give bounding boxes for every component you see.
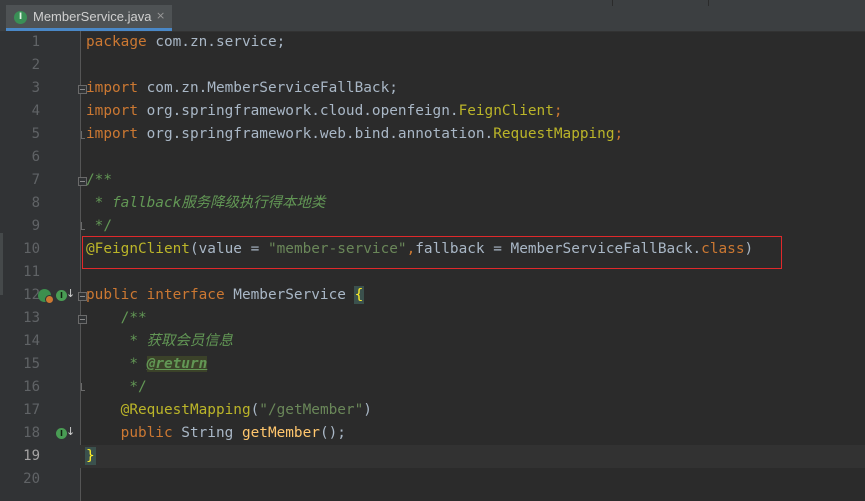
code-line: package com.zn.service; (80, 31, 865, 54)
keyword: public (86, 287, 138, 303)
tab-memberservice-java[interactable]: I MemberService.java × (6, 5, 172, 31)
line-number: 12 (23, 287, 40, 303)
arrow-down-icon[interactable]: ↓ (66, 425, 75, 438)
code-line: * 获取会员信息 (80, 330, 865, 353)
semicolon: ; (553, 103, 563, 119)
editor-tab-bar: I MemberService.java × (0, 0, 865, 32)
code-text: ( (250, 402, 260, 418)
line-number: 11 (23, 264, 40, 280)
javadoc-tag: @return (146, 356, 208, 372)
code-line: import com.zn.MemberServiceFallBack; (80, 77, 865, 100)
keyword: public (86, 425, 173, 441)
method-name: getMember (241, 425, 320, 441)
code-line: */ (80, 376, 865, 399)
line-number: 7 (31, 172, 40, 188)
code-line: * @return (80, 353, 865, 376)
keyword: import (86, 103, 138, 119)
doc-comment: * fallback服务降级执行得本地类 (86, 195, 326, 211)
ide-window: I MemberService.java × 1 2 3 4 5 6 7 8 9… (0, 0, 865, 501)
code-text: (); (319, 425, 346, 441)
annotation: @RequestMapping (86, 402, 251, 418)
line-number: 20 (23, 471, 40, 487)
class-name: MemberService (224, 287, 355, 303)
line-number-gutter[interactable]: 1 2 3 4 5 6 7 8 9 10 11 12 13 14 15 16 1… (5, 31, 87, 501)
keyword: package (86, 34, 147, 50)
code-line: } (80, 445, 865, 468)
line-number: 18 (23, 425, 40, 441)
implemented-icon[interactable] (38, 289, 54, 304)
code-text: org.springframework.cloud.openfeign. (137, 103, 459, 119)
doc-comment: */ (86, 218, 112, 234)
doc-comment: */ (86, 379, 147, 395)
code-line: public interface MemberService { (80, 284, 865, 307)
code-line: */ (80, 215, 865, 238)
line-number: 15 (23, 356, 40, 372)
line-number: 9 (31, 218, 40, 234)
line-number: 4 (31, 103, 40, 119)
matched-brace: { (353, 286, 365, 304)
line-number: 8 (31, 195, 40, 211)
line-number: 6 (31, 149, 40, 165)
code-text: com.zn.MemberServiceFallBack; (137, 80, 398, 96)
code-line: * fallback服务降级执行得本地类 (80, 192, 865, 215)
line-number: 10 (23, 241, 40, 257)
doc-comment: * 获取会员信息 (86, 333, 233, 349)
annotation-type: RequestMapping (493, 126, 615, 142)
keyword: import (86, 126, 138, 142)
line-number: 17 (23, 402, 40, 418)
code-line: /** (80, 169, 865, 192)
arrow-down-icon[interactable]: ↓ (66, 287, 75, 300)
keyword: interface (137, 287, 225, 303)
close-icon[interactable]: × (156, 9, 165, 22)
annotation-type: FeignClient (458, 103, 554, 119)
java-interface-icon: I (14, 11, 27, 24)
line-number: 16 (23, 379, 40, 395)
doc-comment: * (86, 356, 147, 372)
line-number: 14 (23, 333, 40, 349)
line-number: 2 (31, 57, 40, 73)
code-line: /** (80, 307, 865, 330)
doc-comment: /** (86, 172, 112, 188)
matched-brace: } (85, 447, 96, 465)
code-text: ) (363, 402, 372, 418)
semicolon: ; (614, 126, 624, 142)
tab-label: MemberService.java (33, 9, 152, 24)
code-text: com.zn.service; (146, 34, 286, 50)
line-number: 13 (23, 310, 40, 326)
code-text: org.springframework.web.bind.annotation. (137, 126, 494, 142)
code-line: import org.springframework.cloud.openfei… (80, 100, 865, 123)
divider (708, 0, 709, 6)
line-number-current: 19 (23, 448, 40, 464)
highlight-annotation-box (82, 236, 782, 269)
string-literal: "/getMember" (259, 402, 364, 418)
line-number: 1 (31, 34, 40, 50)
tool-strip-marker (0, 233, 3, 295)
line-number: 5 (31, 126, 40, 142)
doc-comment: /** (86, 310, 147, 326)
line-number: 3 (31, 80, 40, 96)
code-text: String (172, 425, 242, 441)
code-line: public String getMember(); (80, 422, 865, 445)
code-line: @RequestMapping("/getMember") (80, 399, 865, 422)
keyword: import (86, 80, 138, 96)
divider (612, 0, 613, 6)
code-line: import org.springframework.web.bind.anno… (80, 123, 865, 146)
